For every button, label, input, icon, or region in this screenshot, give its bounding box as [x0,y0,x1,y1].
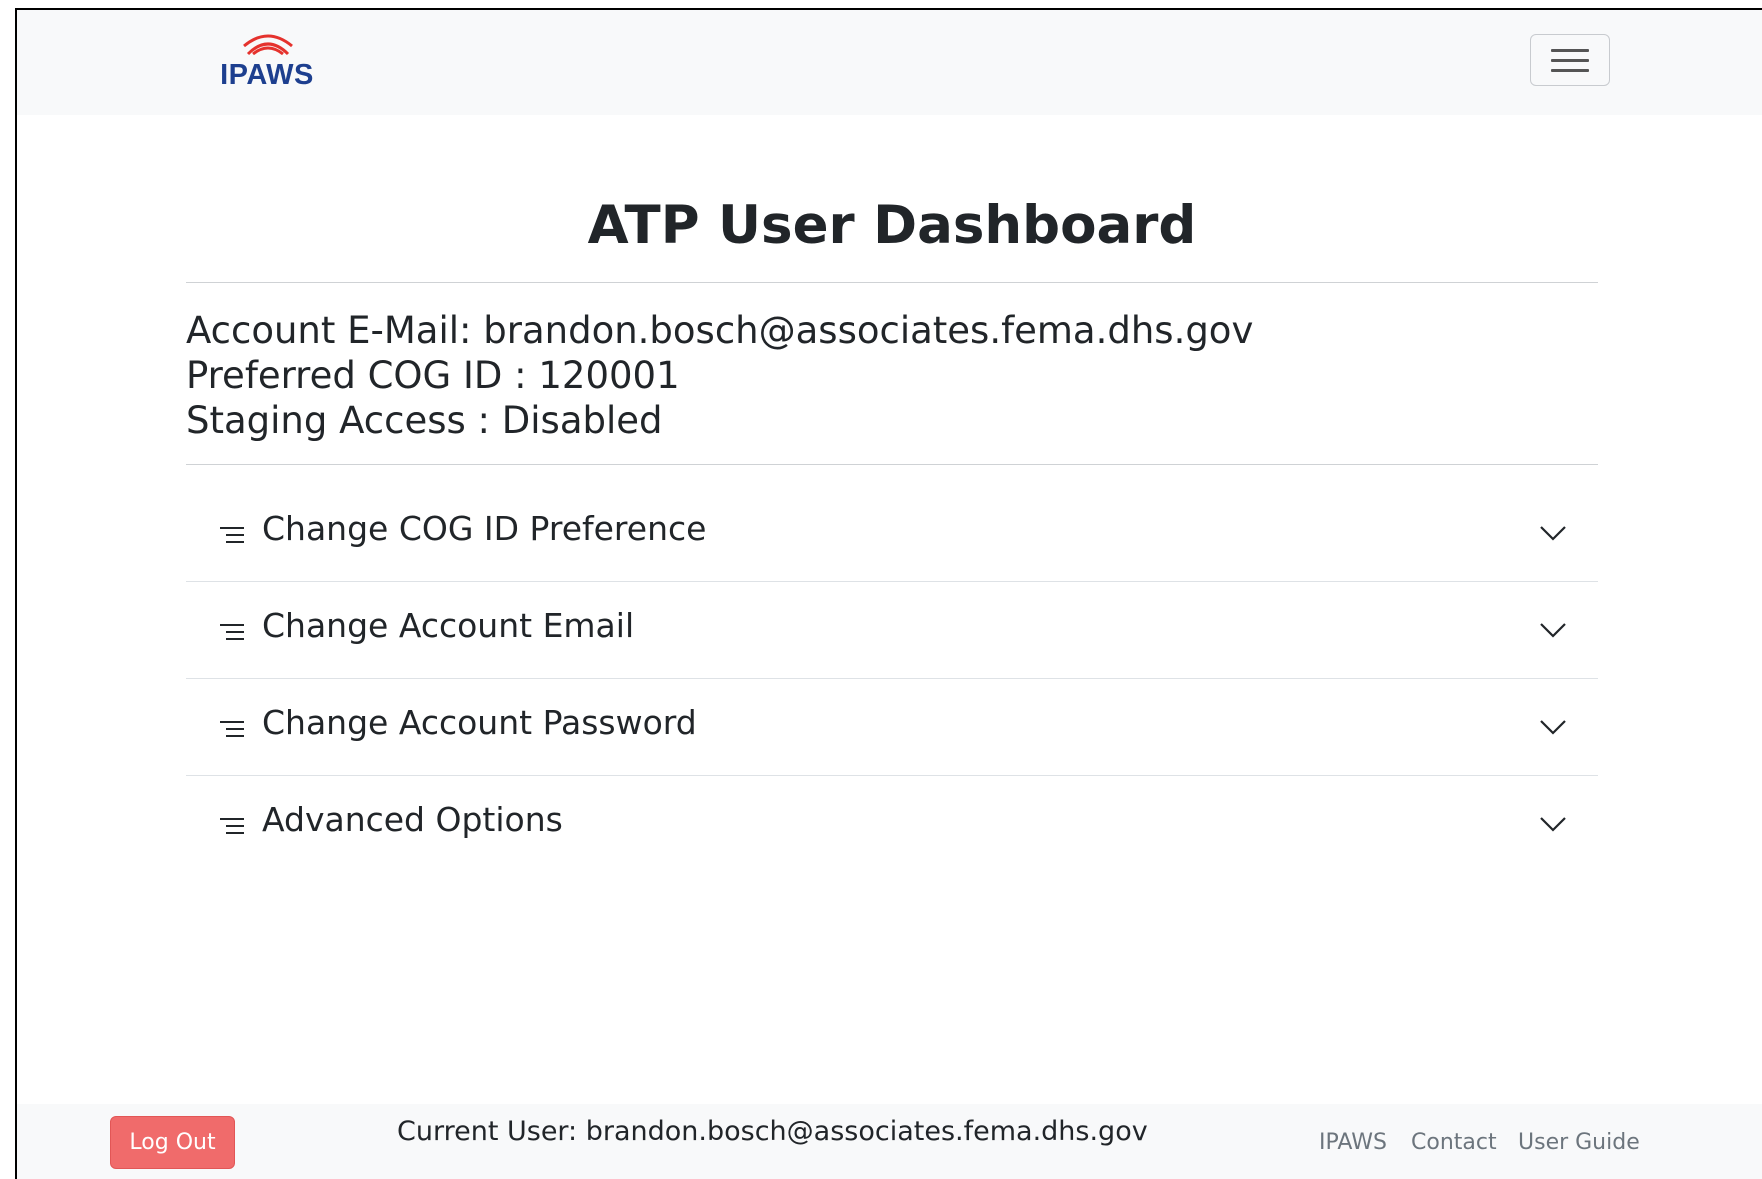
list-icon [220,624,244,640]
navbar: IPAWS [17,10,1762,115]
chevron-down-icon [1540,526,1566,541]
page: IPAWS ATP User Dashboard Account E-Mail:… [0,0,1762,1179]
accordion-advanced-options[interactable]: Advanced Options [186,776,1598,873]
footer-link-user-guide[interactable]: User Guide [1518,1130,1640,1155]
logo-text: IPAWS [220,59,314,91]
signal-waves-icon [243,34,293,56]
divider [186,282,1598,283]
list-icon [220,527,244,543]
accordion-change-password[interactable]: Change Account Password [186,679,1598,776]
ipaws-logo[interactable]: IPAWS [202,26,332,106]
accordion-label: Change Account Email [262,606,635,645]
list-icon [220,721,244,737]
menu-toggle-button[interactable] [1530,34,1610,86]
chevron-down-icon [1540,817,1566,832]
accordion-label: Change COG ID Preference [262,509,707,548]
accordion-label: Advanced Options [262,800,563,839]
chevron-down-icon [1540,720,1566,735]
account-email-info: Account E-Mail: brandon.bosch@associates… [186,309,1254,352]
preferred-cog-info: Preferred COG ID : 120001 [186,354,680,397]
current-user-label: Current User: brandon.bosch@associates.f… [397,1116,1148,1147]
accordion-change-cog-id[interactable]: Change COG ID Preference [186,485,1598,582]
staging-access-info: Staging Access : Disabled [186,399,663,442]
list-icon [220,818,244,834]
page-title: ATP User Dashboard [587,195,1197,256]
window-border-left [15,8,17,1179]
logout-button[interactable]: Log Out [110,1116,235,1169]
footer-link-contact[interactable]: Contact [1411,1130,1497,1155]
accordion-change-email[interactable]: Change Account Email [186,582,1598,679]
chevron-down-icon [1540,623,1566,638]
footer-link-ipaws[interactable]: IPAWS [1319,1130,1387,1155]
footer: Log Out Current User: brandon.bosch@asso… [17,1104,1762,1179]
divider [186,464,1598,465]
accordion-label: Change Account Password [262,703,697,742]
